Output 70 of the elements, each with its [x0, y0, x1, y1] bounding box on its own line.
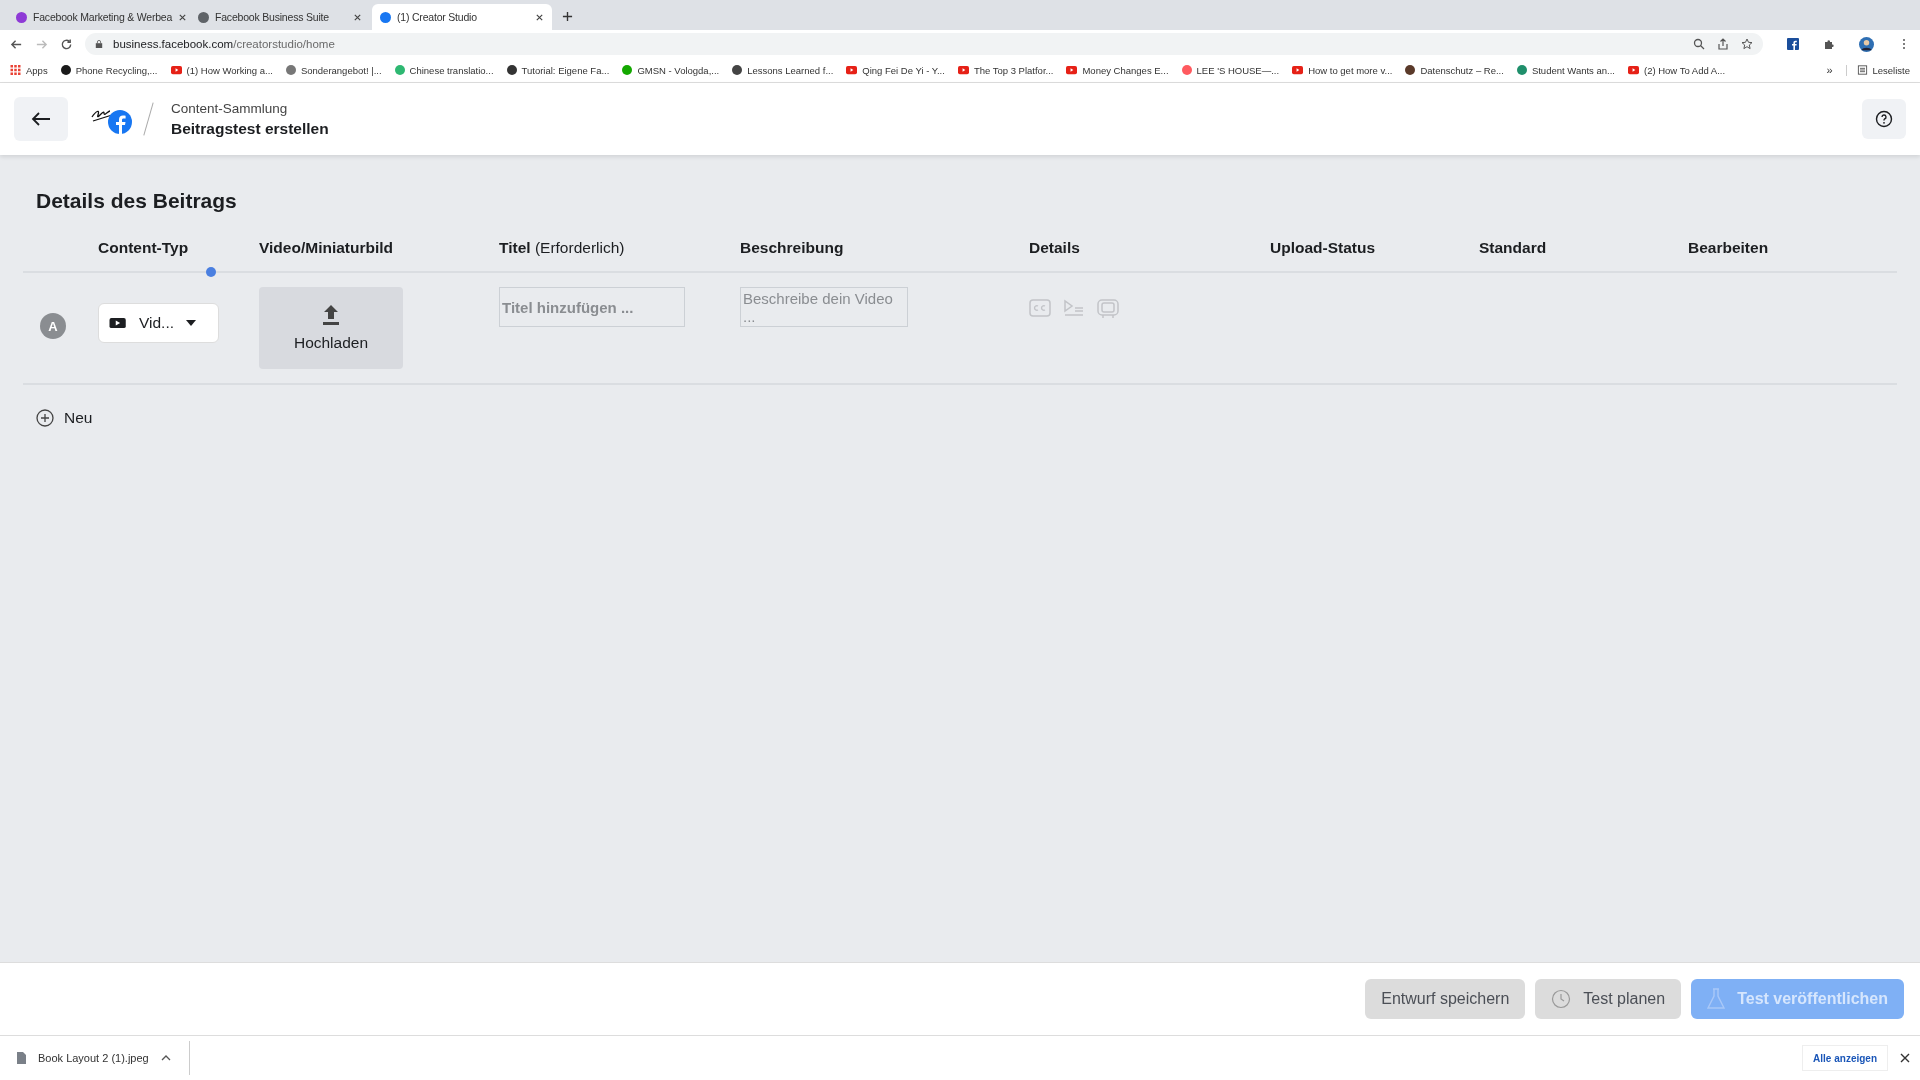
lock-icon [95, 39, 103, 49]
content-type-dropdown[interactable]: Vid... [98, 303, 219, 343]
upload-icon [321, 304, 341, 326]
facebook-extension-icon[interactable] [1787, 38, 1799, 50]
bookmark[interactable]: Phone Recycling,... [60, 64, 158, 76]
column-header: Bearbeiten [1688, 239, 1770, 257]
bookmark[interactable]: Datenschutz – Re... [1405, 64, 1504, 76]
close-icon[interactable] [353, 12, 362, 22]
description-field[interactable]: Beschreibe dein Video ... [740, 287, 908, 327]
upload-button[interactable]: Hochladen [259, 287, 403, 369]
video-icon [107, 316, 127, 330]
breadcrumb-parent[interactable]: Content-Sammlung [171, 100, 329, 116]
flask-icon [1707, 988, 1726, 1010]
browser-tab[interactable]: (1) Creator Studio [372, 4, 552, 30]
plus-circle-icon [36, 409, 54, 427]
browser-tab[interactable]: Facebook Marketing & Werbea [8, 4, 188, 30]
download-item[interactable]: Book Layout 2 (1).jpeg [16, 1041, 190, 1075]
bookmark[interactable]: Money Changes E... [1066, 64, 1169, 76]
back-arrow-icon [31, 111, 51, 127]
close-icon[interactable] [1900, 1053, 1910, 1063]
chevron-up-icon [160, 1055, 171, 1061]
column-header: Upload-Status [1270, 239, 1377, 257]
browser-tab[interactable]: Facebook Business Suite [190, 4, 370, 30]
bookmark[interactable]: Student Wants an... [1516, 64, 1615, 76]
bookmark[interactable]: Chinese translatio... [394, 64, 494, 76]
bookmark[interactable]: Apps [10, 64, 48, 76]
avatar-icon[interactable] [1859, 36, 1874, 52]
column-header: Content-Typ [98, 239, 190, 257]
caret-icon [186, 320, 197, 326]
column-header: Titel (Erforderlich) [499, 239, 626, 257]
footer-button[interactable]: Test planen [1535, 979, 1682, 1019]
clock-icon [1551, 989, 1572, 1009]
column-header: Standard [1479, 239, 1548, 257]
share-icon[interactable] [1717, 38, 1729, 50]
indicator-dot [206, 267, 216, 277]
bookmark[interactable]: The Top 3 Platfor... [957, 64, 1054, 76]
file-icon [16, 1052, 26, 1064]
column-header: Video/Miniaturbild [259, 239, 395, 257]
bookmark[interactable]: Lessons Learned f... [732, 64, 834, 76]
bookmark[interactable]: How to get more v... [1292, 64, 1393, 76]
section-title: Details des Beitrags [36, 189, 238, 213]
back-button[interactable] [14, 97, 68, 141]
bookmark[interactable]: Qing Fei De Yi - Y... [846, 64, 945, 76]
reading-list[interactable]: Leseliste [1845, 64, 1910, 76]
footer-button[interactable]: Entwurf speichern [1365, 979, 1526, 1019]
help-icon [1875, 110, 1893, 128]
bookmark[interactable]: GMSN - Vologda,... [622, 64, 720, 76]
add-button[interactable]: Neu [36, 409, 93, 427]
title-field[interactable]: Titel hinzufügen ... [499, 287, 685, 327]
reload-icon[interactable] [60, 37, 73, 51]
bookmark[interactable]: LEE 'S HOUSE—... [1181, 64, 1280, 76]
column-header: Beschreibung [740, 239, 845, 257]
bookmark[interactable]: Sonderangebot! |... [285, 64, 382, 76]
star-icon[interactable] [1741, 38, 1753, 50]
show-all-button[interactable]: Alle anzeigen [1802, 1045, 1888, 1071]
page-title: Beitragstest erstellen [171, 119, 329, 138]
bookmark[interactable]: (1) How Working a... [170, 64, 273, 76]
close-icon[interactable] [178, 12, 188, 22]
more-bookmarks[interactable]: » [1826, 64, 1833, 76]
zoom-icon[interactable] [1693, 38, 1705, 50]
column-header: Details [1029, 239, 1081, 257]
puzzle-icon[interactable] [1823, 38, 1835, 50]
bookmark[interactable]: Tutorial: Eigene Fa... [506, 64, 610, 76]
bookmark[interactable]: (2) How To Add A... [1627, 64, 1726, 76]
help-button[interactable] [1862, 99, 1906, 139]
new-tab-icon[interactable] [562, 11, 573, 22]
row-label: A [40, 313, 66, 339]
close-icon[interactable] [535, 12, 544, 22]
list-icon [1856, 65, 1868, 75]
address-field[interactable]: business.facebook.com/creatorstudio/home [85, 33, 1763, 55]
